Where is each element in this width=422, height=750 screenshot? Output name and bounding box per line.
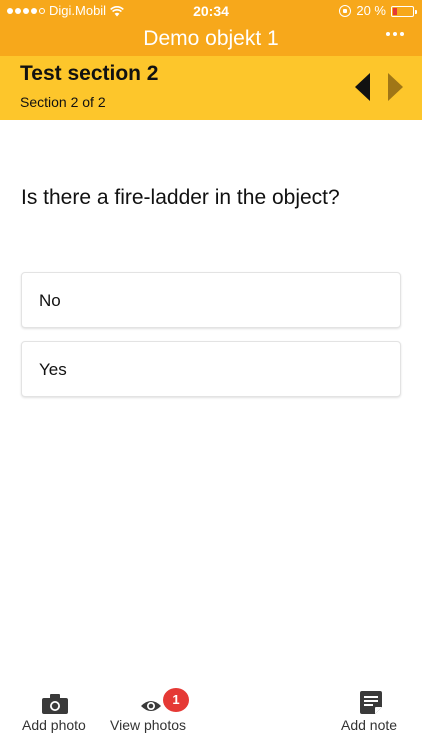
rotation-lock-icon	[339, 5, 352, 17]
battery-percent: 20 %	[356, 3, 386, 18]
more-dots-icon[interactable]	[386, 32, 404, 36]
section-title: Test section 2	[20, 62, 159, 85]
answer-option-no[interactable]: No	[21, 272, 401, 328]
top-bar: Digi.Mobil 20:34 20 % Demo objekt 1	[0, 0, 422, 56]
next-section-arrow-icon[interactable]	[388, 73, 404, 101]
status-right: 20 %	[339, 0, 417, 22]
view-photos-button[interactable]: 1 View photos	[106, 680, 202, 750]
photo-count-badge: 1	[163, 688, 189, 712]
previous-section-arrow-icon[interactable]	[355, 73, 371, 101]
bottom-toolbar: Add photo 1 View photos Add note	[0, 680, 422, 750]
answer-option-label: No	[39, 291, 61, 310]
title-row: Demo objekt 1	[0, 22, 422, 56]
add-photo-button[interactable]: Add photo	[18, 680, 98, 750]
eye-icon	[141, 701, 161, 711]
app-screen: Digi.Mobil 20:34 20 % Demo objekt 1 Test…	[0, 0, 422, 750]
section-progress: Section 2 of 2	[20, 94, 106, 110]
answer-option-yes[interactable]: Yes	[21, 341, 401, 397]
page-title: Demo objekt 1	[143, 27, 279, 50]
section-header: Test section 2 Section 2 of 2	[0, 56, 422, 120]
answer-option-label: Yes	[39, 360, 67, 379]
camera-icon	[42, 694, 68, 714]
battery-icon	[391, 5, 417, 17]
add-photo-label: Add photo	[22, 717, 86, 733]
add-note-label: Add note	[341, 717, 398, 733]
note-icon	[360, 691, 382, 714]
add-note-button[interactable]: Add note	[332, 680, 412, 750]
status-bar: Digi.Mobil 20:34 20 %	[0, 0, 422, 22]
view-photos-label: View photos	[110, 717, 187, 733]
question-text: Is there a fire-ladder in the object?	[21, 186, 340, 209]
